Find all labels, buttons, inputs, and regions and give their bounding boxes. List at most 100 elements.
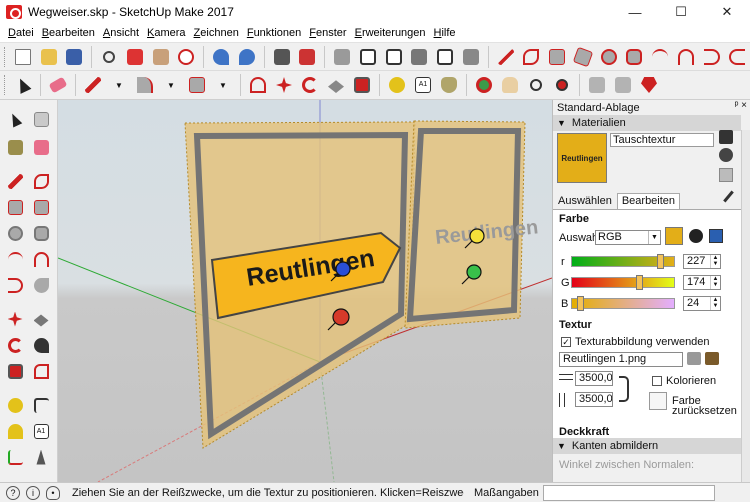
use-texture-checkbox[interactable]: ✓	[561, 337, 571, 347]
color-mode-select[interactable]: RGB ▼	[595, 230, 661, 245]
line-tool[interactable]	[4, 170, 26, 192]
offset-tool[interactable]	[30, 360, 52, 382]
back-view-button[interactable]	[433, 45, 457, 69]
follow-me-tool[interactable]	[30, 334, 52, 356]
ruby-console-button[interactable]	[637, 73, 661, 97]
materials-panel-header[interactable]: ▼ Materialien	[553, 115, 741, 131]
pan-button[interactable]	[498, 73, 522, 97]
pie-button[interactable]	[725, 45, 749, 69]
user-icon[interactable]: •	[46, 485, 60, 500]
circle-button[interactable]	[597, 45, 621, 69]
3d-text-tool[interactable]	[30, 446, 52, 468]
eraser-tool[interactable]	[30, 136, 52, 158]
push-pull-tool[interactable]	[30, 308, 52, 330]
rectangle-tool-button[interactable]	[185, 73, 209, 97]
rectangle-button[interactable]	[545, 45, 569, 69]
text-button[interactable]: A1	[411, 73, 435, 97]
tab-edit[interactable]: Bearbeiten	[616, 193, 681, 209]
colorize-checkbox[interactable]	[652, 376, 662, 386]
arc-tool-button[interactable]	[133, 73, 157, 97]
follow-me-button[interactable]	[324, 73, 348, 97]
rectangle-tool[interactable]	[4, 196, 26, 218]
line-tool-button[interactable]	[81, 73, 105, 97]
scale-button[interactable]	[350, 73, 374, 97]
erase-button[interactable]	[174, 45, 198, 69]
texture-file-field[interactable]: Reutlingen 1.png	[559, 352, 683, 367]
edit-texture-icon[interactable]	[705, 352, 719, 365]
three-point-arc-tool[interactable]	[4, 274, 26, 296]
circle-tool[interactable]	[4, 222, 26, 244]
menu-bearbeiten[interactable]: Bearbeiten	[38, 27, 99, 39]
minimize-button[interactable]: —	[612, 0, 658, 24]
rotated-rectangle-tool[interactable]	[30, 196, 52, 218]
arc-button[interactable]	[648, 45, 672, 69]
print-button[interactable]	[270, 45, 294, 69]
select-tool[interactable]	[4, 108, 26, 130]
paint-tool[interactable]	[4, 136, 26, 158]
line-button[interactable]	[494, 45, 518, 69]
menu-hilfe[interactable]: Hilfe	[430, 27, 460, 39]
arc-dropdown-button[interactable]: ▼	[159, 73, 183, 97]
iso-view-button[interactable]	[330, 45, 354, 69]
material-name-field[interactable]: Tauschtextur	[610, 133, 714, 147]
spinner-icon[interactable]: ▲ ▼	[710, 276, 720, 289]
copy-button[interactable]	[123, 45, 147, 69]
link-icon[interactable]	[619, 376, 629, 402]
move-button[interactable]	[272, 73, 296, 97]
left-view-button[interactable]	[459, 45, 483, 69]
create-material-icon[interactable]	[719, 130, 733, 144]
line-dropdown-button[interactable]: ▼	[107, 73, 131, 97]
cut-button[interactable]	[97, 45, 121, 69]
select-button[interactable]	[11, 73, 35, 97]
front-view-button[interactable]	[382, 45, 406, 69]
redo-button[interactable]	[235, 45, 259, 69]
texture-height-field[interactable]: 3500,0mr	[575, 392, 613, 407]
arc-tool[interactable]	[4, 248, 26, 270]
green-value-field[interactable]: 174 ▲ ▼	[683, 275, 721, 290]
toolbar-grip[interactable]	[4, 46, 7, 67]
color-picker-icon[interactable]	[709, 229, 723, 243]
axes-tool[interactable]	[4, 446, 26, 468]
material-swatch[interactable]: Reutlingen	[557, 133, 607, 183]
component-tool[interactable]	[30, 108, 52, 130]
undo-color-icon[interactable]	[689, 229, 703, 243]
close-button[interactable]: ✕	[704, 0, 750, 24]
polygon-tool[interactable]	[30, 222, 52, 244]
measurements-box[interactable]	[542, 484, 715, 501]
orbit-button[interactable]	[472, 73, 496, 97]
zoom-extents-button[interactable]	[550, 73, 574, 97]
polygon-button[interactable]	[622, 45, 646, 69]
menu-ansicht[interactable]: Ansicht	[99, 27, 143, 39]
move-tool[interactable]	[4, 308, 26, 330]
undo-button[interactable]	[209, 45, 233, 69]
push-pull-button[interactable]	[246, 73, 270, 97]
paint-bucket-button[interactable]	[437, 73, 461, 97]
spinner-icon[interactable]: ▲ ▼	[710, 255, 720, 268]
browse-folder-icon[interactable]	[687, 352, 701, 365]
modeling-viewport[interactable]: Reutlingen Reutlingen	[58, 100, 552, 482]
pin-icon[interactable]: ᵖ ×	[735, 100, 747, 111]
menu-kamera[interactable]: Kamera	[143, 27, 190, 39]
freehand-button[interactable]	[519, 45, 543, 69]
scale-tool[interactable]	[4, 360, 26, 382]
tape-measure-button[interactable]	[385, 73, 409, 97]
open-file-button[interactable]	[37, 45, 61, 69]
red-value-field[interactable]: 227 ▲ ▼	[683, 254, 721, 269]
freehand-tool[interactable]	[30, 170, 52, 192]
tray-scrollbar[interactable]	[741, 130, 750, 482]
tab-select[interactable]: Auswählen	[553, 193, 617, 209]
geolocation-icon[interactable]: ?	[6, 485, 20, 500]
rotate-tool[interactable]	[4, 334, 26, 356]
soften-edges-panel-header[interactable]: ▼ Kanten abmildern	[553, 438, 741, 454]
dimension-tool[interactable]	[30, 394, 52, 416]
text-tool[interactable]: A1	[30, 420, 52, 442]
pie-tool[interactable]	[30, 274, 52, 296]
green-slider[interactable]	[571, 277, 675, 288]
tape-measure-tool[interactable]	[4, 394, 26, 416]
menu-funktionen[interactable]: Funktionen	[243, 27, 305, 39]
rotated-rectangle-button[interactable]	[571, 45, 595, 69]
protractor-tool[interactable]	[4, 420, 26, 442]
two-point-arc-button[interactable]	[674, 45, 698, 69]
spinner-icon[interactable]: ▲ ▼	[710, 297, 720, 310]
eyedropper-icon[interactable]	[721, 190, 735, 204]
